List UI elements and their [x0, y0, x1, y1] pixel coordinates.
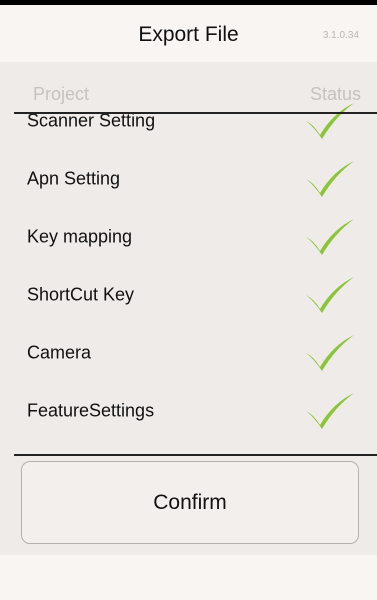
- item-label: FeatureSettings: [27, 400, 155, 421]
- version-label: 3.1.0.34: [322, 30, 359, 41]
- check-icon: [306, 393, 354, 429]
- check-icon: [306, 219, 354, 255]
- item-label: Key mapping: [27, 226, 133, 247]
- list-item-apn-setting[interactable]: Apn Setting: [0, 150, 377, 208]
- list-item-featuresettings[interactable]: FeatureSettings: [0, 382, 377, 440]
- confirm-button[interactable]: Confirm: [21, 461, 359, 544]
- bottom-area: [0, 555, 377, 600]
- page-title: Export File: [138, 23, 239, 46]
- list-item-shortcut-key[interactable]: ShortCut Key: [0, 266, 377, 324]
- list-bottom-divider: [14, 454, 377, 456]
- item-label: ShortCut Key: [27, 284, 135, 305]
- list-item-key-mapping[interactable]: Key mapping: [0, 208, 377, 266]
- check-icon: [306, 103, 354, 139]
- check-icon: [306, 277, 354, 313]
- item-label: Apn Setting: [27, 168, 121, 189]
- item-label: Camera: [27, 342, 92, 363]
- check-icon: [306, 161, 354, 197]
- check-icon: [306, 335, 354, 371]
- list-item-scanner-setting[interactable]: Scanner Setting: [0, 98, 377, 150]
- export-item-list[interactable]: Scanner Setting Apn Setting Key mapping …: [0, 98, 377, 454]
- header: Export File 3.1.0.34: [0, 5, 377, 62]
- header-divider: [14, 112, 377, 114]
- export-panel: Project Status Scanner Setting Apn Setti…: [0, 62, 377, 555]
- list-item-camera[interactable]: Camera: [0, 324, 377, 382]
